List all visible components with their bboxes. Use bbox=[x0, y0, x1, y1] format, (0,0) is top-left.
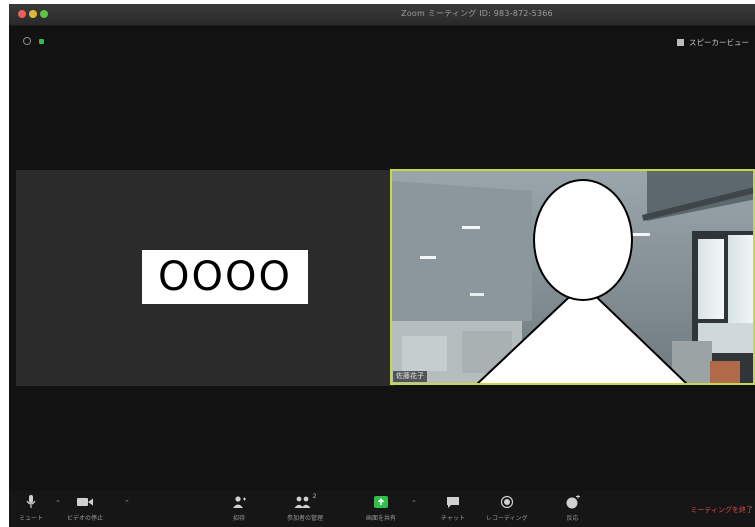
participants-count: 2 bbox=[312, 493, 317, 500]
meeting-info-icon[interactable] bbox=[23, 37, 31, 45]
share-screen-icon bbox=[374, 496, 388, 508]
smiley-plus-icon bbox=[566, 495, 580, 509]
chat-bubble-icon bbox=[446, 496, 459, 508]
share-screen-button[interactable]: 画面を共有 bbox=[366, 493, 396, 522]
reactions-button[interactable]: 反応 bbox=[565, 493, 580, 522]
participant-name-tag: 佐藤花子 bbox=[393, 371, 427, 382]
share-options-chevron-up-icon[interactable]: ⌃ bbox=[411, 499, 417, 507]
video-camera-icon bbox=[77, 498, 93, 506]
audio-options-chevron-up-icon[interactable]: ⌃ bbox=[55, 499, 61, 507]
encryption-status-icon bbox=[39, 39, 44, 44]
grid-view-icon bbox=[677, 38, 684, 46]
chat-button[interactable]: チャット bbox=[441, 493, 465, 522]
record-button[interactable]: レコーディング bbox=[486, 493, 528, 522]
zoom-window: Zoom ミーティング ID: 983-872-5366 スピーカービュー OO… bbox=[9, 4, 755, 527]
avatar-head-icon bbox=[533, 179, 633, 301]
video-options-chevron-up-icon[interactable]: ⌃ bbox=[124, 499, 130, 507]
add-person-icon bbox=[233, 496, 246, 508]
record-icon bbox=[500, 495, 513, 509]
mute-button[interactable]: ミュート bbox=[19, 493, 43, 522]
stop-video-button[interactable]: ビデオの停止 bbox=[67, 493, 103, 522]
participant-tile-name-card[interactable]: OOOO bbox=[16, 170, 394, 386]
manage-participants-button[interactable]: 2 参加者の管理 bbox=[287, 493, 323, 522]
speaker-view-label: スピーカービュー bbox=[689, 37, 749, 47]
microphone-icon bbox=[26, 495, 36, 508]
participants-icon bbox=[294, 496, 311, 508]
participant-name-card: OOOO bbox=[142, 250, 308, 304]
title-bar: Zoom ミーティング ID: 983-872-5366 bbox=[9, 4, 755, 26]
invite-button[interactable]: 招待 bbox=[232, 493, 246, 522]
end-meeting-button[interactable]: ミーティングを終了 bbox=[690, 505, 753, 515]
video-feed bbox=[392, 171, 753, 383]
office-wall bbox=[392, 181, 532, 321]
window-title: Zoom ミーティング ID: 983-872-5366 bbox=[401, 9, 553, 18]
speaker-view-button[interactable]: スピーカービュー bbox=[677, 35, 755, 49]
participant-tile-video-active-speaker[interactable]: 佐藤花子 bbox=[390, 169, 755, 385]
meeting-toolbar: ミュート ⌃ ビデオの停止 ⌃ 招待 2 参加者の管理 画面を共有 ⌃ チャット… bbox=[9, 491, 755, 527]
